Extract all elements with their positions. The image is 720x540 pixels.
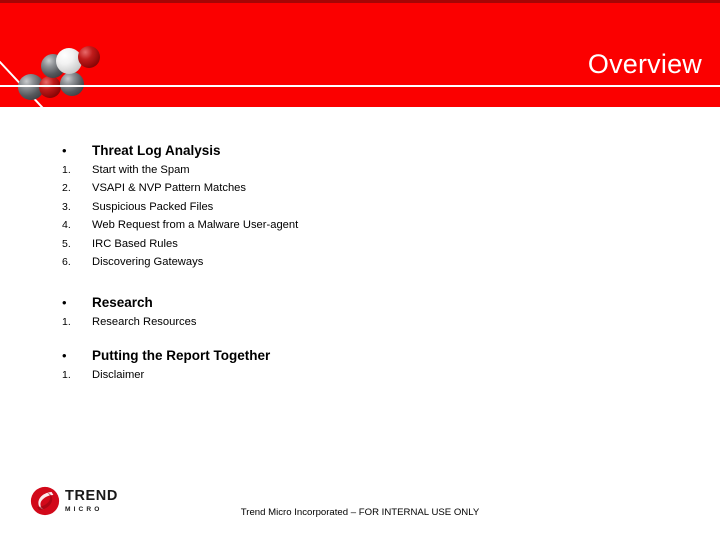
outline-heading-label: Putting the Report Together (92, 348, 271, 363)
footer-confidentiality-note: Trend Micro Incorporated – FOR INTERNAL … (240, 507, 480, 518)
list-number: 1. (62, 316, 71, 328)
outline-heading-label: Research (92, 295, 153, 310)
outline-item-row: 1. Start with the Spam (62, 161, 298, 179)
outline-heading-row: • Research (62, 292, 196, 313)
list-item-label: Start with the Spam (92, 164, 190, 176)
outline-group-putting-the-report-together: • Putting the Report Together 1. Disclai… (62, 345, 270, 384)
list-number: 2. (62, 182, 71, 195)
outline-heading-row: • Threat Log Analysis (62, 140, 298, 161)
bullet-marker-icon: • (62, 348, 67, 363)
outline-group-threat-log-analysis: • Threat Log Analysis 1. Start with the … (62, 140, 298, 271)
slide-header-banner: Overview (0, 0, 720, 107)
outline-item-row: 6. Discovering Gateways (62, 253, 298, 271)
outline-item-row: 4. Web Request from a Malware User-agent (62, 216, 298, 234)
slide: Overview • Threat Log Analysis 1. Start … (0, 0, 720, 540)
outline-item-row: 1. Research Resources (62, 313, 196, 331)
bullet-marker-icon: • (62, 143, 67, 158)
outline-item-row: 3. Suspicious Packed Files (62, 198, 298, 216)
list-item-label: VSAPI & NVP Pattern Matches (92, 182, 247, 195)
list-number: 1. (62, 369, 71, 381)
list-item-label: Disclaimer (92, 369, 145, 381)
banner-top-strip (0, 0, 720, 3)
list-number: 4. (62, 219, 71, 232)
outline-heading-label: Threat Log Analysis (92, 143, 221, 158)
logo-primary-text: TREND (65, 488, 118, 504)
outline-item-row: 2. VSAPI & NVP Pattern Matches (62, 179, 298, 197)
outline-item-row: 5. IRC Based Rules (62, 235, 298, 253)
outline-item-row: 1. Disclaimer (62, 366, 270, 384)
list-item-label: Research Resources (92, 316, 197, 328)
list-item-label: IRC Based Rules (92, 237, 178, 250)
list-number: 3. (62, 200, 71, 213)
molecule-graphic-icon (18, 38, 128, 100)
list-number: 5. (62, 237, 71, 250)
list-number: 6. (62, 255, 71, 268)
outline-heading-row: • Putting the Report Together (62, 345, 270, 366)
page-title: Overview (587, 49, 702, 79)
banner-horizontal-rule (0, 85, 720, 87)
outline-group-research: • Research 1. Research Resources (62, 292, 196, 331)
list-number: 1. (62, 164, 71, 176)
list-item-label: Suspicious Packed Files (92, 200, 214, 213)
bullet-marker-icon: • (62, 295, 67, 310)
list-item-label: Discovering Gateways (92, 255, 204, 268)
list-item-label: Web Request from a Malware User-agent (92, 219, 299, 232)
